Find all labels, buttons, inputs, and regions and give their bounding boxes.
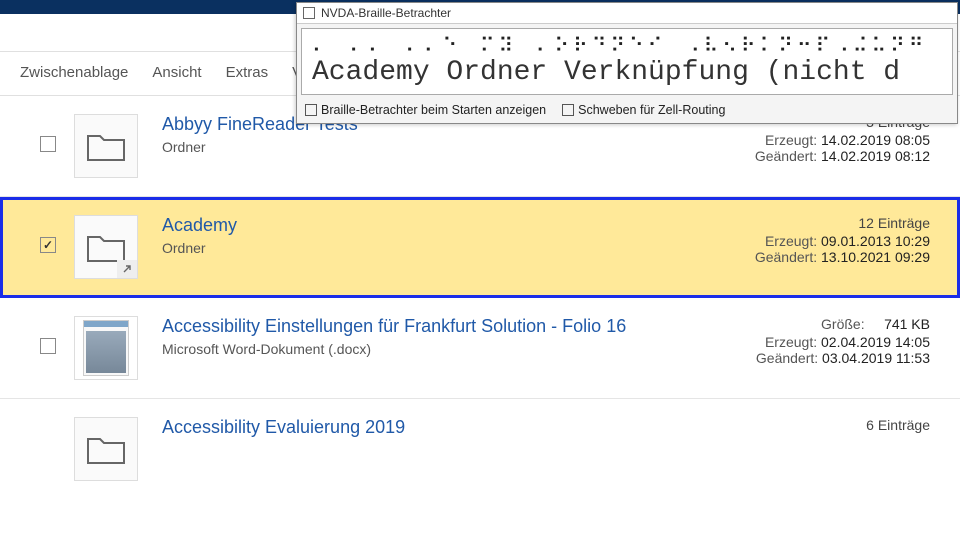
item-title[interactable]: Accessibility Einstellungen für Frankfur…	[162, 316, 690, 337]
nvda-braille-viewer-window[interactable]: NVDA-Braille-Betrachter ⠄⠀⠄⠄⠀⠄⠄⠑⠀⠍⠽⠀⠄⠕⠗⠙…	[296, 2, 958, 124]
nvda-opt2-label: Schweben für Zell-Routing	[578, 103, 725, 117]
item-subtitle: Ordner	[162, 139, 690, 155]
created-label: Erzeugt:	[765, 132, 817, 148]
row-checkbox[interactable]	[40, 338, 56, 354]
nvda-titlebar[interactable]: NVDA-Braille-Betrachter	[297, 3, 957, 24]
created-value: 09.01.2013 10:29	[821, 233, 930, 249]
menu-clipboard[interactable]: Zwischenablage	[20, 64, 128, 81]
row-checkbox[interactable]	[40, 136, 56, 152]
size-label: Größe:	[821, 316, 865, 332]
braille-line: ⠄⠀⠄⠄⠀⠄⠄⠑⠀⠍⠽⠀⠄⠕⠗⠙⠝⠑⠊⠀⠠⠧⠢⠗⠅⠝⠒⠏⠠⠬⠥⠝⠛⠀⠠⠶⠝⠊⠉⠓…	[302, 29, 952, 57]
folder-link-icon	[74, 215, 138, 279]
created-label: Erzeugt:	[765, 233, 817, 249]
item-title[interactable]: Academy	[162, 215, 690, 236]
folder-icon	[74, 114, 138, 178]
modified-label: Geändert:	[755, 249, 817, 265]
modified-value: 13.10.2021 09:29	[821, 249, 930, 265]
folder-icon	[74, 417, 138, 481]
row-checkbox[interactable]	[40, 237, 56, 253]
nvda-opt-show-on-start[interactable]: Braille-Betrachter beim Starten anzeigen	[305, 103, 546, 117]
created-value: 02.04.2019 14:05	[821, 334, 930, 350]
item-count: 6 Einträge	[690, 417, 930, 433]
file-list: Abbyy FineReader Tests Ordner 3 Einträge…	[0, 96, 960, 499]
item-subtitle: Ordner	[162, 240, 690, 256]
nvda-body: ⠄⠀⠄⠄⠀⠄⠄⠑⠀⠍⠽⠀⠄⠕⠗⠙⠝⠑⠊⠀⠠⠧⠢⠗⠅⠝⠒⠏⠠⠬⠥⠝⠛⠀⠠⠶⠝⠊⠉⠓…	[301, 28, 953, 95]
created-value: 14.02.2019 08:05	[821, 132, 930, 148]
shortcut-badge-icon	[117, 260, 137, 278]
nvda-opt-hover-routing[interactable]: Schweben für Zell-Routing	[562, 103, 725, 117]
nvda-options: Braille-Betrachter beim Starten anzeigen…	[297, 99, 957, 123]
list-item[interactable]: Accessibility Einstellungen für Frankfur…	[0, 298, 960, 399]
document-icon	[74, 316, 138, 380]
modified-value: 03.04.2019 11:53	[822, 350, 930, 366]
list-item[interactable]: Academy Ordner 12 Einträge Erzeugt: 09.0…	[0, 197, 960, 298]
modified-label: Geändert:	[755, 148, 817, 164]
nvda-app-icon	[303, 7, 315, 19]
created-label: Erzeugt:	[765, 334, 817, 350]
list-item[interactable]: Accessibility Evaluierung 2019 6 Einträg…	[0, 399, 960, 499]
item-count: 12 Einträge	[690, 215, 930, 231]
menu-extras[interactable]: Extras	[226, 64, 269, 81]
braille-text-line: Academy Ordner Verknüpfung (nicht d	[302, 57, 952, 94]
nvda-opt1-label: Braille-Betrachter beim Starten anzeigen	[321, 103, 546, 117]
modified-value: 14.02.2019 08:12	[821, 148, 930, 164]
item-title[interactable]: Accessibility Evaluierung 2019	[162, 417, 690, 438]
checkbox-icon[interactable]	[305, 104, 317, 116]
checkbox-icon[interactable]	[562, 104, 574, 116]
modified-label: Geändert:	[756, 350, 818, 366]
size-value: 741 KB	[884, 316, 930, 332]
item-subtitle: Microsoft Word-Dokument (.docx)	[162, 341, 690, 357]
menu-view[interactable]: Ansicht	[152, 64, 201, 81]
nvda-window-title: NVDA-Braille-Betrachter	[321, 6, 451, 20]
